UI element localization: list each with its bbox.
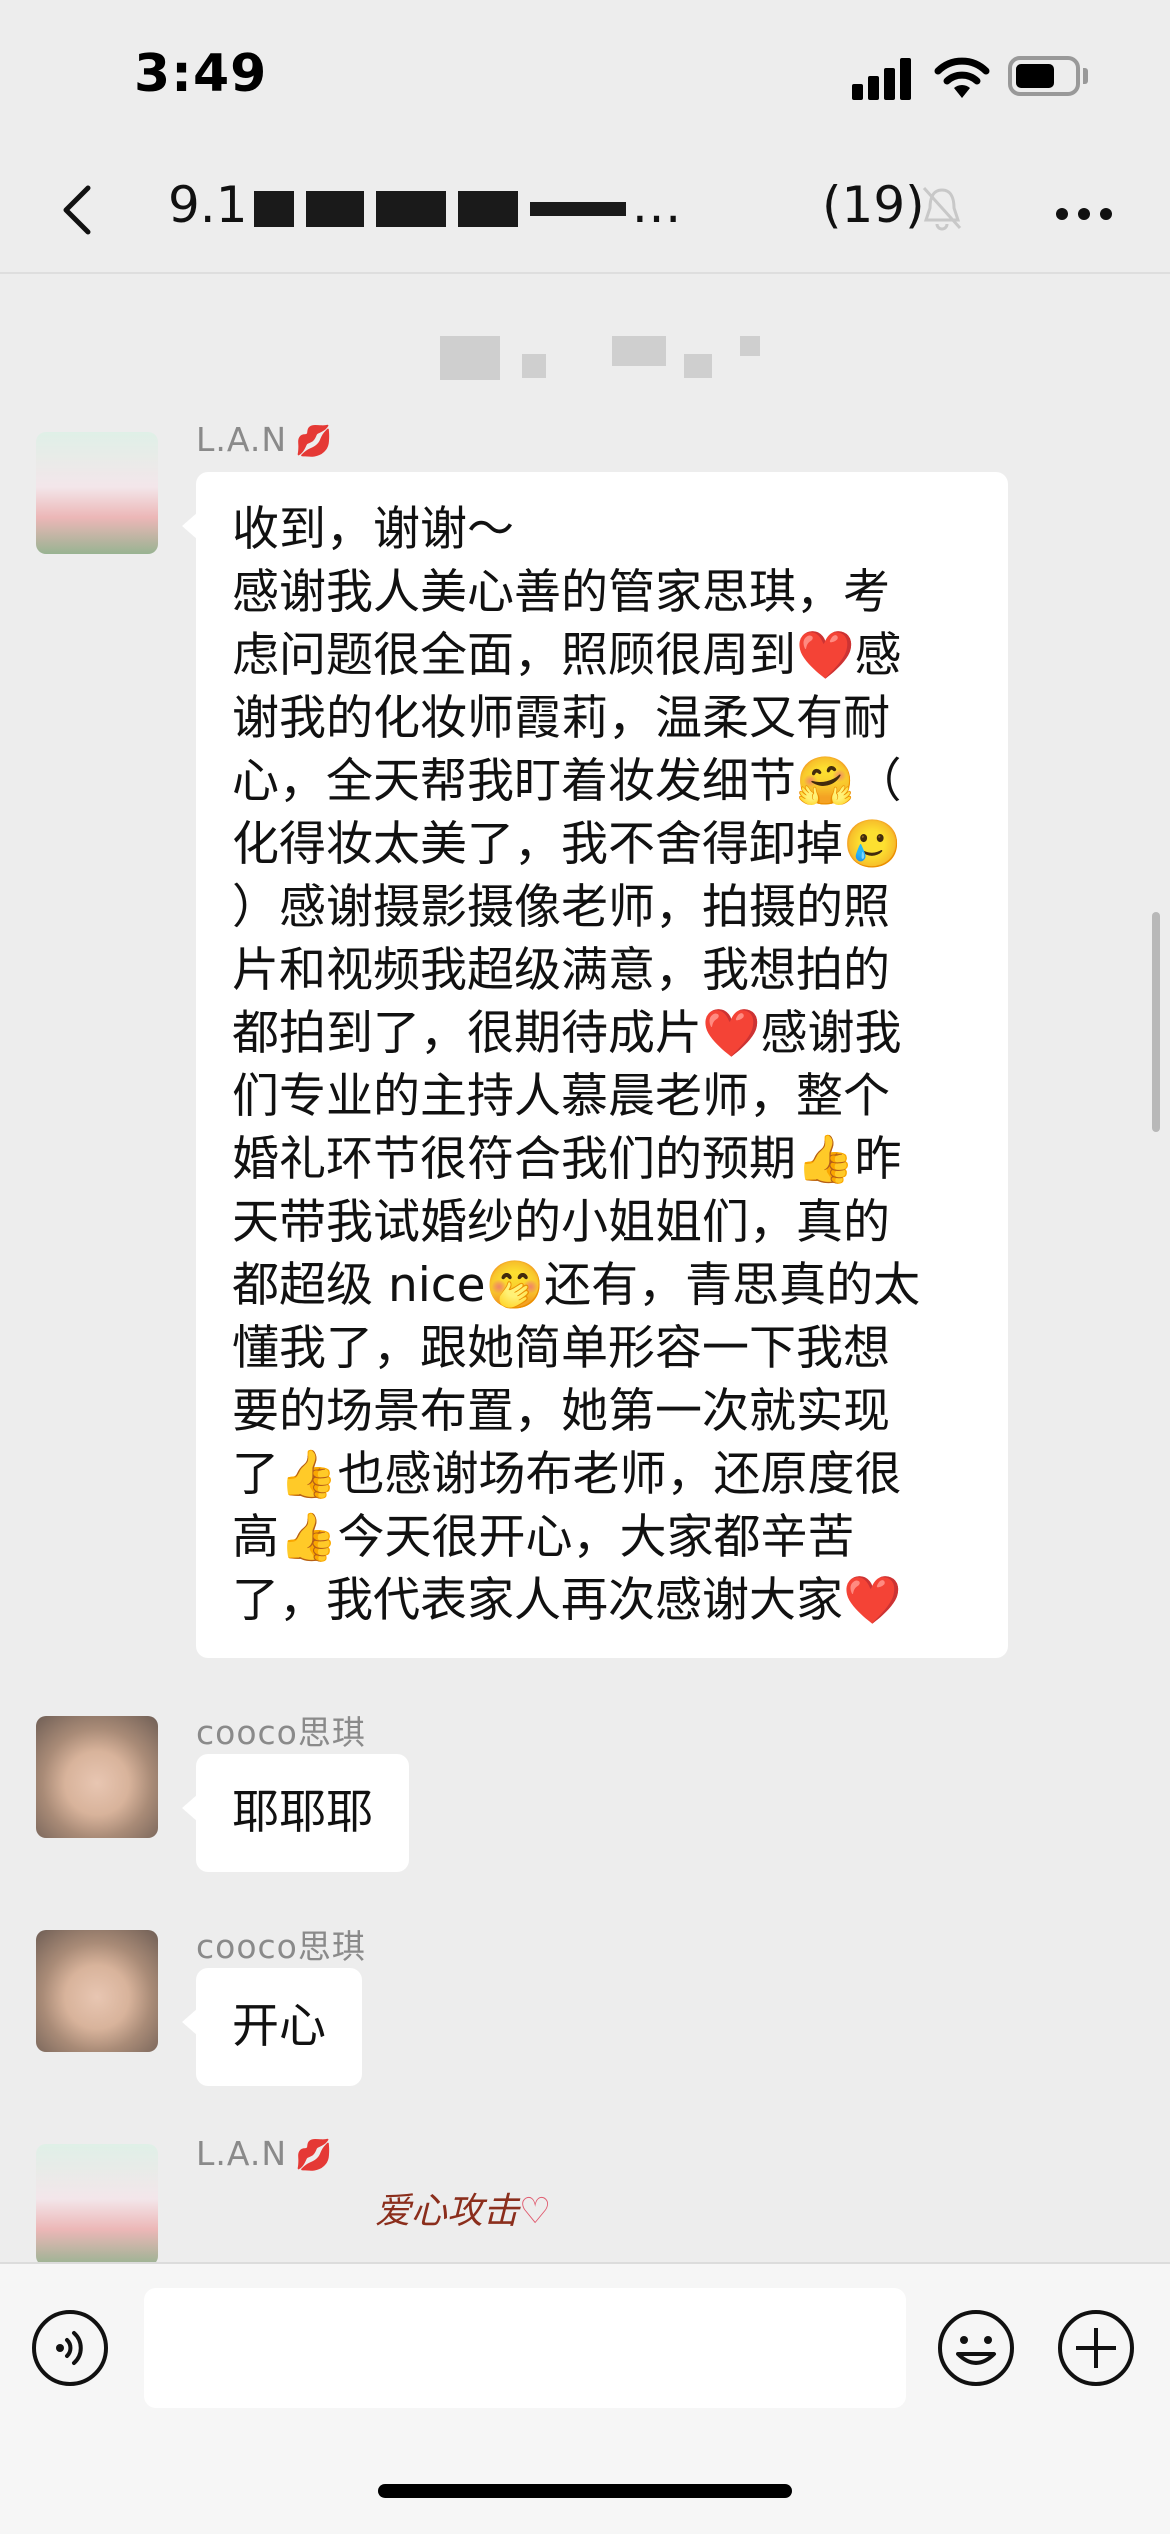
message-line: 化得妆太美了，我不舍得卸掉🥲 — [232, 817, 902, 872]
sticker-heart-icon: ♡ — [519, 2191, 552, 2232]
battery-cap — [1083, 68, 1088, 84]
message-line: 了，我代表家人再次感谢大家❤️ — [232, 1573, 902, 1628]
signal-icon — [852, 58, 912, 100]
voice-icon[interactable] — [30, 2308, 110, 2388]
status-time: 3:49 — [134, 44, 268, 104]
redacted-block — [457, 190, 518, 227]
message-line: 心，全天帮我盯着妆发细节🤗（ — [232, 754, 902, 809]
sticker-text: 爱心攻击 — [375, 2191, 520, 2232]
sender-name-text: L.A.N — [196, 420, 288, 459]
message-line: 懂我了，跟她简单形容一下我想 — [232, 1321, 890, 1376]
chat-title-prefix: 9.1 — [168, 176, 248, 234]
emoji-icon[interactable] — [936, 2308, 1016, 2388]
sender-name-text: L.A.N — [196, 2134, 288, 2173]
mute-bell-icon — [922, 186, 962, 231]
lips-emoji: 💋 — [295, 2138, 334, 2173]
message-line: 了👍也感谢场布老师，还原度很 — [232, 1447, 902, 1502]
message-line: 谢我的化妆师霞莉，温柔又有耐 — [232, 691, 890, 746]
message-line: 高👍今天很开心，大家都辛苦 — [232, 1510, 855, 1565]
chat-header: 9.1 … (19) — [0, 150, 1170, 274]
wifi-icon — [934, 57, 990, 98]
message-line: 收到，谢谢～ — [232, 502, 514, 557]
message-line: ）感谢摄影摄像老师，拍摄的照 — [232, 880, 890, 935]
scrollbar[interactable] — [1152, 912, 1160, 1132]
avatar[interactable] — [36, 1716, 158, 1838]
avatar[interactable] — [36, 1930, 158, 2052]
message-line: 都拍到了，很期待成片❤️感谢我 — [232, 1006, 902, 1061]
avatar[interactable] — [36, 432, 158, 554]
message-line: 片和视频我超级满意，我想拍的 — [232, 943, 890, 998]
status-bar: 3:49 — [0, 0, 1170, 150]
message-line: 都超级 nice🤭还有，青思真的太 — [232, 1258, 921, 1313]
sender-name: cooco思琪 — [196, 1713, 366, 1752]
message-bubble[interactable]: 耶耶耶 — [182, 1754, 409, 1872]
chat-title-ellipsis: … — [631, 176, 682, 234]
more-icon[interactable] — [1056, 208, 1112, 220]
redacted-block — [375, 190, 446, 227]
battery-icon — [1008, 56, 1080, 96]
redacted-block — [305, 190, 364, 227]
sender-name: L.A.N 💋 — [196, 2134, 333, 2173]
redacted-block — [253, 190, 294, 227]
message-line: 要的场景布置，她第一次就实现 — [232, 1384, 890, 1439]
sender-name: cooco思琪 — [196, 1927, 366, 1966]
message-line: 虑问题很全面，照顾很周到❤️感 — [232, 628, 902, 683]
system-timestamp-blurred — [440, 336, 760, 380]
message-line: 婚礼环节很符合我们的预期👍昨 — [232, 1132, 902, 1187]
avatar[interactable] — [36, 2144, 158, 2266]
plus-icon[interactable] — [1056, 2308, 1136, 2388]
message-line: 天带我试婚纱的小姐姐们，真的 — [232, 1195, 890, 1250]
home-indicator[interactable] — [378, 2484, 792, 2498]
message-bubble[interactable]: 开心 — [182, 1968, 362, 2086]
message-line: 感谢我人美心善的管家思琪，考 — [232, 565, 890, 620]
sender-name: L.A.N 💋 — [196, 420, 333, 459]
sticker-message[interactable]: 爱心攻击♡ — [375, 2182, 551, 2234]
message-line: 们专业的主持人慕晨老师，整个 — [232, 1069, 890, 1124]
lips-emoji: 💋 — [295, 424, 334, 459]
message-bubble[interactable]: 收到，谢谢～ 感谢我人美心善的管家思琪，考 虑问题很全面，照顾很周到❤️感 谢我… — [182, 472, 1008, 1658]
member-count: (19) — [822, 176, 925, 234]
redacted-block — [529, 201, 626, 216]
chat-title: 9.1 … — [168, 176, 682, 234]
back-icon[interactable] — [50, 180, 110, 240]
message-input[interactable] — [144, 2288, 906, 2408]
